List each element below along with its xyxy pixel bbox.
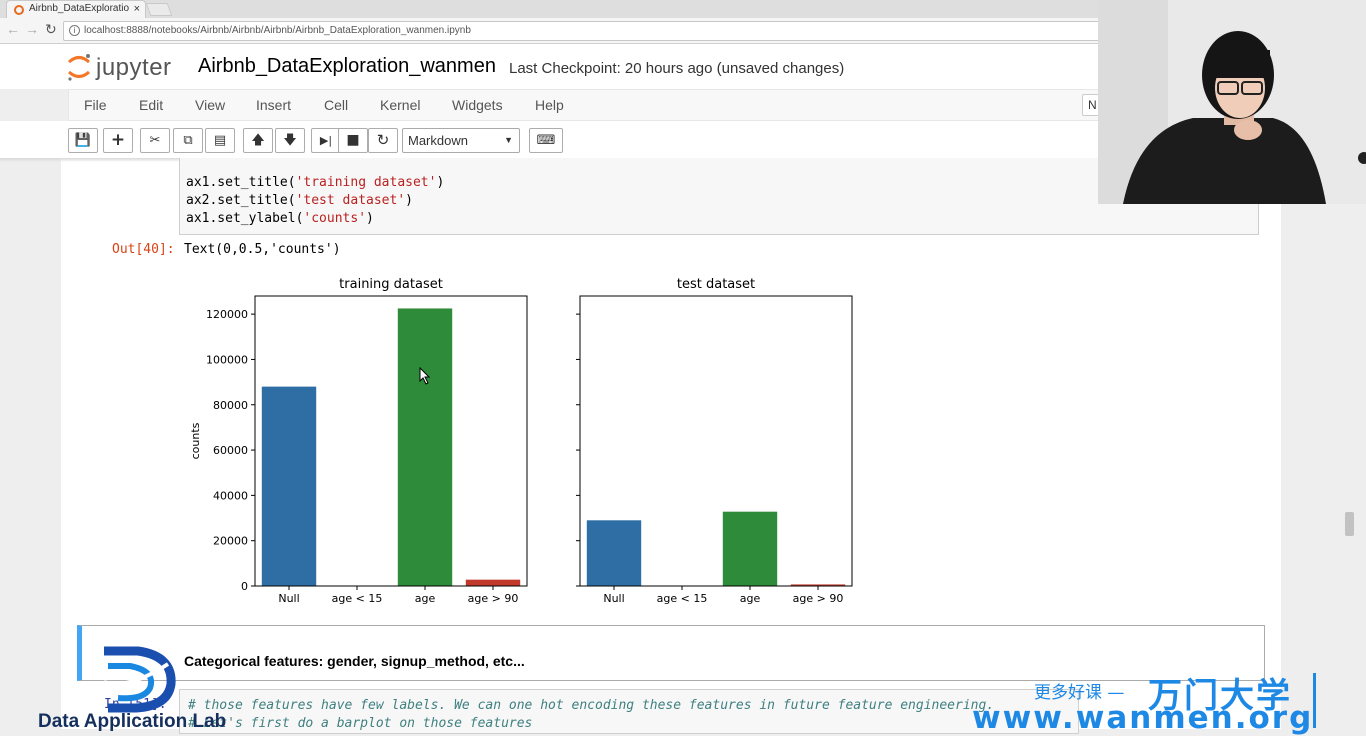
url-input[interactable]: i localhost:8888/notebooks/Airbnb/Airbnb… — [63, 21, 1103, 41]
chart-xtick-label: age < 15 — [332, 592, 383, 605]
menu-bar: File Edit View Insert Cell Kernel Widget… — [68, 89, 1108, 121]
code-token: ax2.set_title( — [186, 193, 296, 208]
cell-type-select[interactable]: Markdown ▼ — [402, 128, 520, 153]
menu-cell[interactable]: Cell — [324, 97, 348, 113]
scrollbar-thumb[interactable] — [1345, 512, 1354, 536]
jupyter-logo-icon — [66, 52, 92, 82]
code-token: ) — [436, 175, 444, 190]
code-string: 'training dataset' — [296, 175, 437, 190]
code-string: 'test dataset' — [296, 193, 406, 208]
watermark-divider — [1313, 673, 1316, 728]
move-down-icon[interactable]: 🡇 — [275, 128, 305, 153]
chart-ytick-label: 100000 — [206, 353, 248, 366]
output-text: Text(0,0.5,'counts') — [184, 242, 341, 257]
chart-bar — [398, 308, 452, 586]
save-icon[interactable]: 💾 — [68, 128, 98, 153]
code-line-1: ax1.set_title('training dataset') — [186, 175, 444, 190]
cut-icon[interactable]: ✂ — [140, 128, 170, 153]
code-token: ax1.set_ylabel( — [186, 211, 303, 226]
chart-ytick-label: 60000 — [213, 444, 248, 457]
menu-help[interactable]: Help — [535, 97, 564, 113]
move-up-icon[interactable]: 🡅 — [243, 128, 273, 153]
tab-close-icon[interactable]: × — [134, 1, 140, 17]
code-token: ax1.set_title( — [186, 175, 296, 190]
new-tab-button[interactable] — [146, 3, 173, 16]
jupyter-logo-text: jupyter — [96, 54, 172, 82]
code-line-2: ax2.set_title('test dataset') — [186, 193, 413, 208]
chevron-down-icon: ▼ — [504, 129, 513, 152]
chart-xtick-label: age > 90 — [793, 592, 844, 605]
menu-insert[interactable]: Insert — [256, 97, 291, 113]
code-line-3: ax1.set_ylabel('counts') — [186, 211, 374, 226]
chart-xtick-label: Null — [278, 592, 299, 605]
code-token: ) — [405, 193, 413, 208]
cell-type-value: Markdown — [408, 133, 468, 148]
code-cell-input[interactable]: ax1.set_title('training dataset') ax2.se… — [179, 158, 1259, 235]
chart-ytick-label: 120000 — [206, 308, 248, 321]
chart-ytick-label: 0 — [241, 580, 248, 593]
chart-ytick-label: 40000 — [213, 489, 248, 502]
browser-tab[interactable]: Airbnb_DataExploratio × — [6, 0, 146, 18]
org-name-watermark: Data Application Lab — [38, 711, 226, 733]
menu-widgets[interactable]: Widgets — [452, 97, 503, 113]
info-icon[interactable]: i — [69, 25, 80, 36]
chart-xtick-label: age — [415, 592, 436, 605]
code-comment-1: # those features have few labels. We can… — [188, 698, 994, 713]
notebook-title[interactable]: Airbnb_DataExploration_wanmen — [198, 55, 496, 78]
run-icon[interactable]: ▶| — [311, 128, 341, 153]
chart-ytick-label: 20000 — [213, 535, 248, 548]
chart-xtick-label: age < 15 — [657, 592, 708, 605]
checkpoint-status: Last Checkpoint: 20 hours ago (unsaved c… — [509, 60, 844, 77]
chart-bar — [262, 387, 316, 586]
chart-title: training dataset — [339, 277, 443, 292]
webcam-overlay — [1098, 0, 1366, 204]
code-token: ) — [366, 211, 374, 226]
stop-icon[interactable]: ■ — [338, 128, 368, 153]
chart-bar — [587, 520, 641, 586]
back-icon[interactable]: ← — [6, 21, 20, 37]
restart-icon[interactable]: ↻ — [368, 128, 398, 153]
url-text: localhost:8888/notebooks/Airbnb/Airbnb/A… — [84, 25, 471, 36]
chart-ylabel: counts — [189, 422, 202, 459]
chart-bar — [466, 580, 520, 586]
presenter-video-icon — [1098, 0, 1366, 204]
bar-charts-output: training dataset Null age < 15 age age > 90 0… — [180, 268, 880, 613]
menu-file[interactable]: File — [84, 97, 107, 113]
add-cell-icon[interactable]: + — [103, 128, 133, 153]
output-prompt: Out[40]: — [112, 242, 175, 257]
browser-tab-title: Airbnb_DataExploratio — [29, 3, 129, 14]
forward-icon[interactable]: → — [25, 21, 39, 37]
page-gutter — [1283, 158, 1366, 729]
chart-xtick-label: age — [740, 592, 761, 605]
chart-xtick-label: Null — [603, 592, 624, 605]
paste-icon[interactable]: ▤ — [205, 128, 235, 153]
code-cell-input-2[interactable]: # those features have few labels. We can… — [179, 689, 1079, 734]
chart-title: test dataset — [677, 277, 755, 292]
menu-kernel[interactable]: Kernel — [380, 97, 420, 113]
chart-xtick-label: age > 90 — [468, 592, 519, 605]
keyboard-icon[interactable]: ⌨ — [529, 128, 563, 153]
menu-view[interactable]: View — [195, 97, 225, 113]
chart-ytick-label: 80000 — [213, 399, 248, 412]
copy-icon[interactable]: ⧉ — [173, 128, 203, 153]
jupyter-favicon-icon — [14, 5, 24, 15]
reload-icon[interactable]: ↻ — [45, 21, 57, 38]
site-url-watermark: www.wanmen.org — [972, 700, 1313, 736]
menu-edit[interactable]: Edit — [139, 97, 163, 113]
code-string: 'counts' — [303, 211, 366, 226]
chart-bar — [723, 512, 777, 586]
